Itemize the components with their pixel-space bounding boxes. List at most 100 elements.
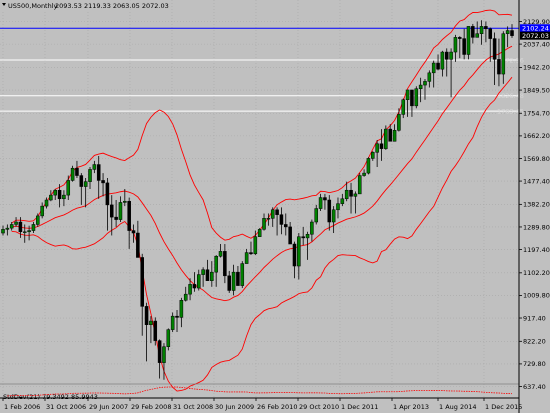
time-tick-label: 26 Feb 2010 <box>257 403 297 411</box>
candle-body <box>431 62 436 74</box>
candle-body <box>197 274 201 289</box>
candle-body <box>371 152 375 159</box>
candle-body <box>471 26 475 38</box>
candle-body <box>183 293 188 301</box>
candle-body <box>266 218 271 220</box>
candle-body <box>1 229 5 234</box>
candle-body <box>275 209 279 215</box>
candle-body <box>488 28 493 39</box>
candle-body <box>92 164 97 170</box>
candle[interactable] <box>357 173 362 195</box>
candle-body <box>179 300 184 318</box>
candle-body <box>301 236 305 239</box>
time-tick-label: 1 Dec 2011 <box>341 403 378 411</box>
price-tick-label: 1289.80 <box>523 223 550 231</box>
candle-body <box>288 226 292 245</box>
candle-body <box>44 199 49 207</box>
price-tick-label: 1569.80 <box>523 155 550 163</box>
candle-body <box>479 26 484 34</box>
candle-body <box>192 284 197 289</box>
candle-body <box>484 26 488 30</box>
price-tags: 2102.242072.03 <box>520 24 550 40</box>
candle-body <box>140 257 144 307</box>
candle-body <box>36 215 40 225</box>
candle-body <box>305 233 310 239</box>
candle-body <box>9 224 14 229</box>
candle-body <box>240 263 245 286</box>
candle-body <box>418 84 423 89</box>
candle-body <box>79 175 84 187</box>
candle[interactable] <box>466 26 471 60</box>
level-label: 1826.48 <box>497 92 524 100</box>
candle-body <box>249 252 253 255</box>
candle-body <box>123 200 127 203</box>
candle-body <box>210 271 214 281</box>
candle-body <box>449 51 453 60</box>
candle-body <box>53 189 57 196</box>
candle[interactable] <box>70 165 75 182</box>
time-tick-label: 1 Apr 2013 <box>393 403 429 411</box>
price-tick-label: 1942.20 <box>523 64 550 72</box>
candle-body <box>83 181 88 187</box>
candle-body <box>292 243 297 267</box>
candle-body <box>205 269 210 281</box>
price-chart[interactable]: 1972.561826.481763.45 StdDev(21) 79.3492… <box>0 0 550 413</box>
level-label: 1972.56 <box>497 56 524 64</box>
candle-body <box>327 199 332 223</box>
candle[interactable] <box>366 157 371 175</box>
candle-body <box>492 38 497 60</box>
price-tick-label: 2037.40 <box>523 40 550 48</box>
candle-body <box>344 189 349 200</box>
candle-body <box>157 340 162 363</box>
price-tick-label: 1849.50 <box>523 86 550 94</box>
chart-header: US500,Monthly 2093.53 2119.33 2063.05 20… <box>0 0 169 11</box>
candle-body <box>497 59 501 75</box>
candle-body <box>170 315 175 330</box>
candle-body <box>462 38 466 55</box>
candle-body <box>109 204 114 218</box>
candle-body <box>423 81 427 86</box>
time-tick-label: 29 Feb 2008 <box>131 403 171 411</box>
ohlc-readout: 2093.53 2119.33 2063.05 2072.03 <box>55 2 169 10</box>
candle-body <box>505 30 510 34</box>
price-tick-label: 1754.70 <box>523 110 550 118</box>
candle-body <box>88 169 92 182</box>
candle-body <box>62 194 66 200</box>
candle-body <box>257 229 262 237</box>
candle-body <box>18 221 23 233</box>
candle[interactable] <box>240 261 245 289</box>
candle-body <box>262 218 266 230</box>
candle-body <box>49 194 53 201</box>
candle[interactable] <box>384 125 388 150</box>
candle-body <box>22 231 27 233</box>
candle-body <box>144 306 149 325</box>
candle-body <box>244 252 249 264</box>
candle-body <box>297 236 301 267</box>
candle-body <box>427 72 432 82</box>
candle-body <box>70 167 75 181</box>
candle-body <box>444 51 449 60</box>
time-tick-label: 29 Jun 2007 <box>89 403 128 411</box>
candle-body <box>501 33 506 75</box>
candle-body <box>279 214 284 225</box>
candle-body <box>153 320 158 341</box>
candle[interactable] <box>414 86 419 109</box>
candle-body <box>96 164 101 181</box>
price-tick-label: 1477.40 <box>523 177 550 185</box>
candle-body <box>166 329 171 347</box>
candle-body <box>236 271 240 286</box>
candle-body <box>223 251 227 277</box>
candle-body <box>66 180 71 196</box>
price-tick-label: 1009.80 <box>523 292 550 300</box>
candle-body <box>440 51 445 70</box>
candle-body <box>353 193 358 197</box>
candle-body <box>414 88 419 107</box>
candle-body <box>14 221 18 225</box>
candle-body <box>201 269 205 275</box>
candle-body <box>366 158 371 174</box>
candle-body <box>31 224 36 231</box>
candle[interactable] <box>257 228 262 237</box>
candle-body <box>375 143 379 153</box>
level-label: 1763.45 <box>497 107 524 115</box>
candle-body <box>75 167 79 176</box>
